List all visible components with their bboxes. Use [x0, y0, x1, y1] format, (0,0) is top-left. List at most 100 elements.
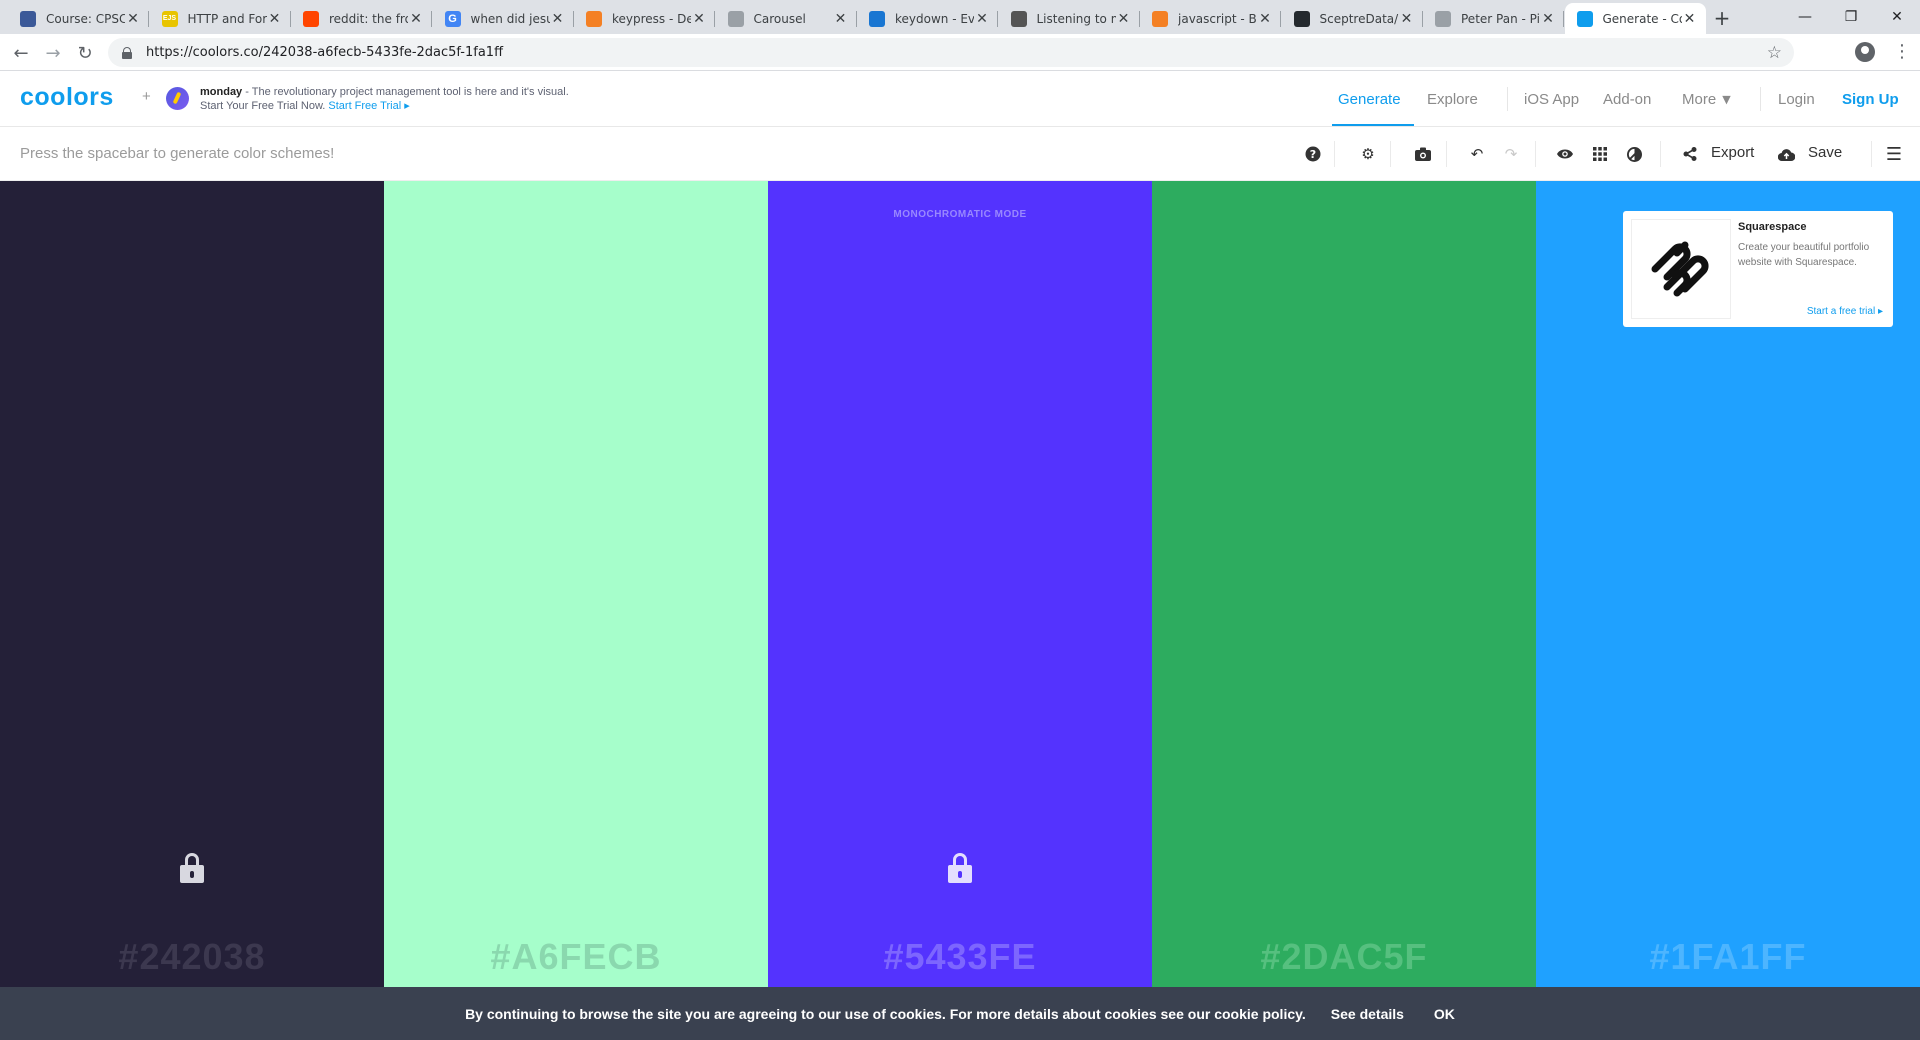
nav-explore[interactable]: Explore: [1427, 71, 1478, 127]
color-swatch[interactable]: #5433FE: [768, 181, 1152, 987]
cookie-banner: By continuing to browse the site you are…: [0, 987, 1920, 1040]
close-tab-icon[interactable]: ✕: [267, 11, 283, 27]
browser-tab[interactable]: Gwhen did jesus✕: [433, 3, 574, 34]
chevron-down-icon: ▼: [1722, 92, 1731, 106]
forward-icon[interactable]: →: [40, 40, 66, 66]
nav-more-label: More: [1682, 90, 1717, 108]
nav-sign-up[interactable]: Sign Up: [1842, 71, 1899, 127]
browser-tab-title: keydown - Eve: [895, 11, 974, 26]
browser-tab[interactable]: Listening to m ✕: [999, 3, 1140, 34]
close-tab-icon[interactable]: ✕: [1682, 11, 1698, 27]
bookmark-star-icon[interactable]: ☆: [1767, 43, 1782, 63]
browser-tab[interactable]: EJS HTTP and Form✕: [150, 3, 291, 34]
close-tab-icon[interactable]: ✕: [1116, 11, 1132, 27]
lock-icon[interactable]: [948, 853, 972, 883]
browser-tab[interactable]: Course: CPSC 1✕: [8, 3, 149, 34]
close-tab-icon[interactable]: ✕: [1257, 11, 1273, 27]
squarespace-logo-icon: [1631, 219, 1731, 319]
nav-more[interactable]: More ▼: [1682, 71, 1731, 127]
reload-icon[interactable]: ↻: [72, 40, 98, 66]
stackoverflow-icon: [586, 10, 602, 27]
close-tab-icon[interactable]: ✕: [833, 11, 849, 27]
chevron-right-icon: ▸: [401, 100, 410, 112]
close-tab-icon[interactable]: ✕: [1540, 11, 1556, 27]
cloud-upload-icon[interactable]: [1774, 142, 1798, 166]
color-hex-code[interactable]: #1FA1FF: [1536, 936, 1920, 978]
color-hex-code[interactable]: #5433FE: [768, 936, 1152, 978]
nav-generate[interactable]: Generate: [1338, 71, 1401, 127]
anchor-icon: [1010, 10, 1027, 27]
browser-tab[interactable]: Carousel ✕: [716, 3, 857, 34]
mdn-icon: [869, 10, 885, 27]
coolors-logo[interactable]: coolors: [20, 83, 114, 112]
ad-cta-link[interactable]: Start a free trial ▸: [1807, 306, 1883, 317]
settings-gear-icon[interactable]: ⚙: [1356, 142, 1380, 166]
cookie-ok-button[interactable]: OK: [1434, 1006, 1455, 1022]
browser-tab[interactable]: reddit: the fron✕: [291, 3, 432, 34]
ejs-icon: EJS: [161, 10, 178, 27]
browser-tab[interactable]: keydown - Eve ✕: [857, 3, 998, 34]
new-tab-button[interactable]: +: [1708, 4, 1736, 32]
site-header: coolors + monday - The revolutionary pro…: [0, 71, 1920, 127]
lock-icon[interactable]: [180, 853, 204, 883]
eye-icon[interactable]: [1553, 142, 1577, 166]
color-swatch[interactable]: #A6FECB: [384, 181, 768, 987]
share-icon[interactable]: [1678, 142, 1702, 166]
browser-tab-title: when did jesus: [470, 11, 550, 26]
see-details-link[interactable]: See details: [1331, 1006, 1404, 1022]
adjust-palette-icon[interactable]: [1622, 142, 1646, 166]
squarespace-ad[interactable]: Squarespace Create your beautiful portfo…: [1623, 211, 1893, 327]
stackoverflow-icon: [1152, 10, 1168, 27]
color-swatch[interactable]: #242038: [0, 181, 384, 987]
nav-login[interactable]: Login: [1778, 71, 1815, 127]
minimize-icon[interactable]: —: [1782, 0, 1828, 34]
browser-tab[interactable]: javascript - Bin✕: [1140, 3, 1281, 34]
chevron-right-icon: ▸: [1875, 306, 1883, 317]
browser-tab[interactable]: Peter Pan - Pir ✕: [1423, 3, 1564, 34]
redo-icon[interactable]: ↷: [1499, 142, 1523, 166]
toolbar-divider: [1334, 141, 1335, 167]
lock-icon: [122, 46, 132, 59]
promo-cta-link[interactable]: Start Free Trial: [328, 100, 401, 112]
export-button[interactable]: Export: [1711, 144, 1754, 161]
reddit-icon: [303, 10, 319, 27]
cookie-message: By continuing to browse the site you are…: [465, 1005, 1306, 1022]
close-tab-icon[interactable]: ✕: [691, 11, 707, 27]
close-tab-icon[interactable]: ✕: [125, 11, 141, 27]
color-swatch[interactable]: #2DAC5F: [1152, 181, 1536, 987]
color-hex-code[interactable]: #A6FECB: [384, 936, 768, 978]
close-window-icon[interactable]: ✕: [1874, 0, 1920, 34]
spacebar-hint: Press the spacebar to generate color sch…: [20, 145, 335, 162]
page-icon: [727, 10, 744, 27]
restore-icon[interactable]: ❐: [1828, 0, 1874, 34]
help-icon[interactable]: ?: [1301, 142, 1325, 166]
close-tab-icon[interactable]: ✕: [408, 11, 424, 27]
monochromatic-mode-label: MONOCHROMATIC MODE: [893, 209, 1027, 220]
back-icon[interactable]: ←: [8, 40, 34, 66]
monday-logo-icon[interactable]: [166, 87, 189, 110]
undo-icon[interactable]: ↶: [1465, 142, 1489, 166]
profile-avatar-icon[interactable]: [1855, 42, 1875, 62]
close-tab-icon[interactable]: ✕: [550, 11, 566, 27]
sponsor-promo[interactable]: monday - The revolutionary project manag…: [200, 85, 569, 113]
browser-tab[interactable]: Generate - Co ✕: [1564, 3, 1706, 34]
grid-view-icon[interactable]: [1588, 142, 1612, 166]
nav-ios-app[interactable]: iOS App: [1524, 71, 1579, 127]
browser-tab[interactable]: keypress - Dev✕: [574, 3, 715, 34]
promo-line1: - The revolutionary project management t…: [242, 86, 569, 98]
browser-tab-title: Listening to m: [1036, 11, 1116, 26]
close-tab-icon[interactable]: ✕: [974, 11, 990, 27]
promo-brand: monday: [200, 86, 243, 98]
browser-menu-icon[interactable]: ⋮: [1893, 41, 1911, 62]
color-hex-code[interactable]: #242038: [0, 936, 384, 978]
browser-tab[interactable]: SceptreData/D✕: [1282, 3, 1423, 34]
toolbar-divider: [1871, 141, 1872, 167]
color-hex-code[interactable]: #2DAC5F: [1152, 936, 1536, 978]
address-bar[interactable]: https://coolors.co/242038-a6fecb-5433fe-…: [108, 38, 1794, 67]
browser-tab-title: Course: CPSC 1: [46, 11, 125, 26]
nav-add-on[interactable]: Add-on: [1603, 71, 1651, 127]
save-button[interactable]: Save: [1808, 144, 1842, 161]
close-tab-icon[interactable]: ✕: [1399, 11, 1415, 27]
camera-icon[interactable]: [1411, 142, 1435, 166]
hamburger-menu-icon[interactable]: ☰: [1882, 142, 1906, 166]
